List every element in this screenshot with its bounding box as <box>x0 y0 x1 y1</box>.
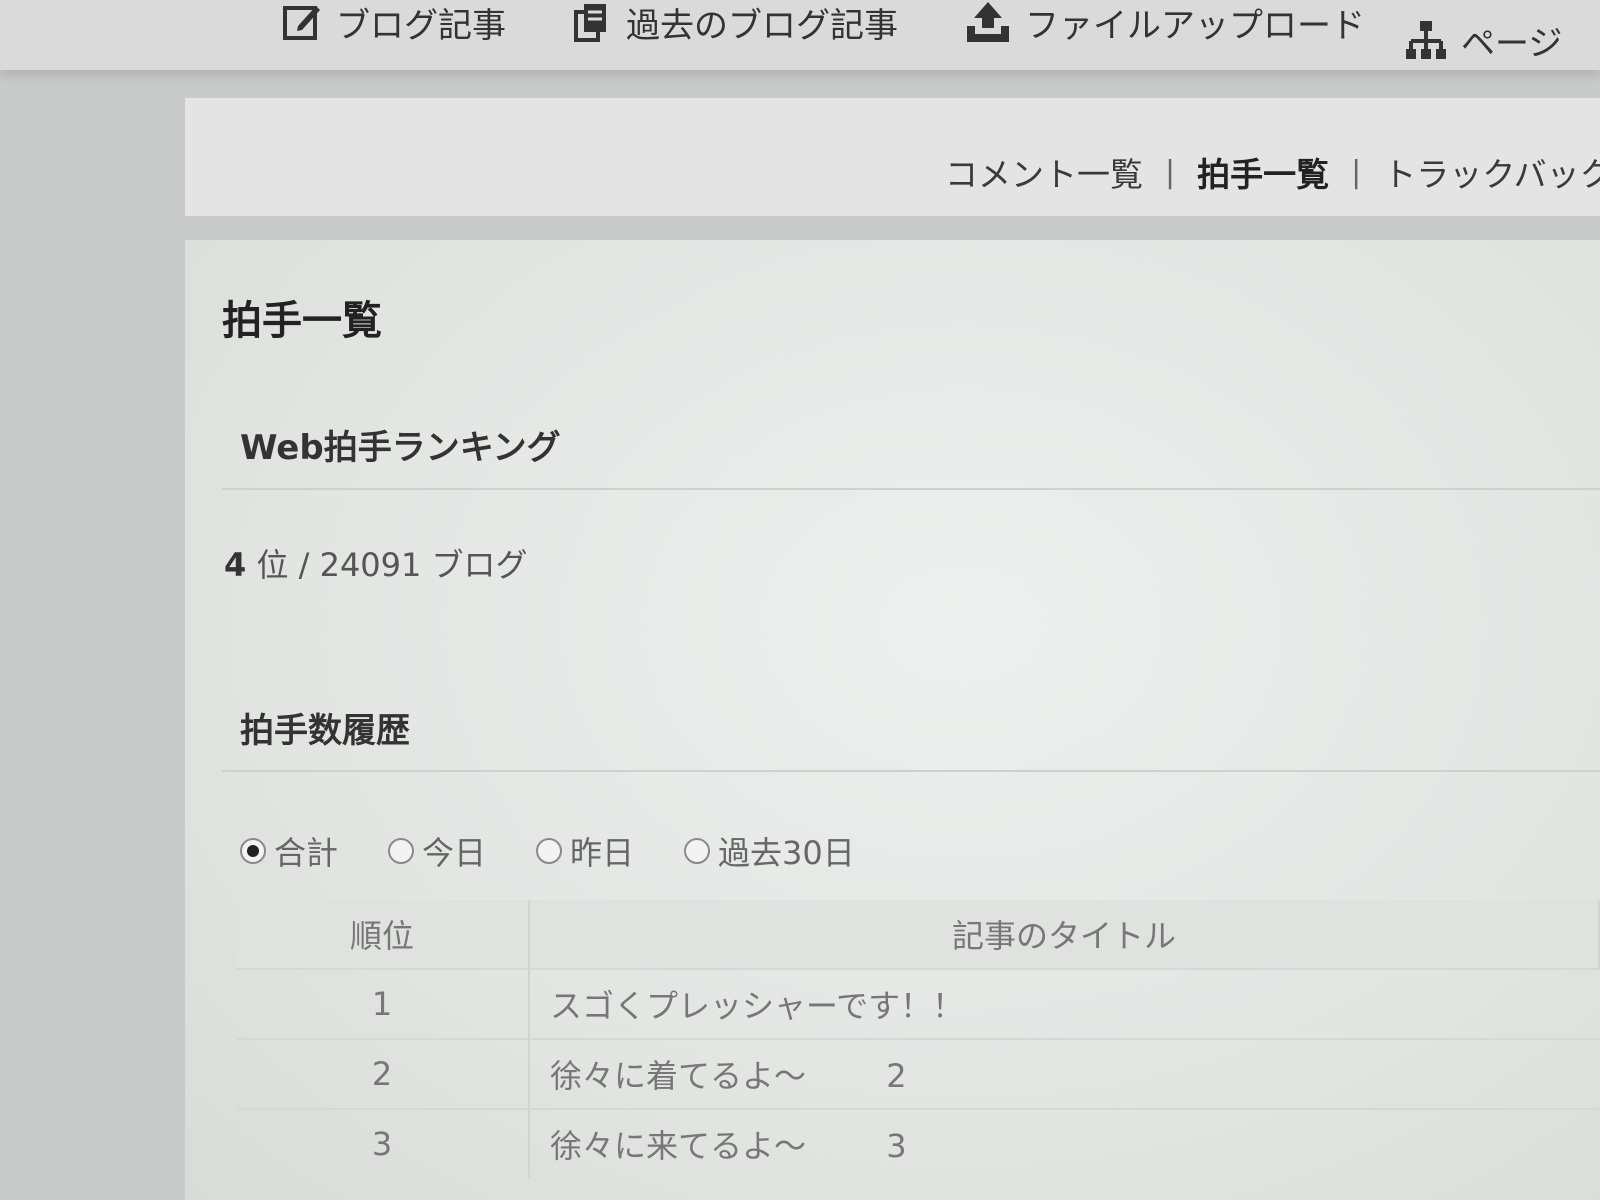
row-title-link[interactable]: 徐々に着てるよ～ <box>550 1057 806 1095</box>
history-heading: 拍手数履歴 <box>240 711 410 751</box>
top-navigation: ブログ記事 過去のブログ記事 ファイルアップロード ページ <box>0 0 1600 70</box>
filter-yesterday[interactable]: 昨日 <box>536 828 634 874</box>
clap-history-table: 順位 記事のタイトル 1 スゴくプレッシャーです！！ 2 徐々に着てるよ～ 2 … <box>236 900 1600 1178</box>
ranking-value: 4 位 / 24091 ブログ <box>224 540 528 586</box>
comments-list-link[interactable]: コメント一覧 <box>945 148 1143 196</box>
row-rank: 1 <box>236 968 530 1039</box>
filter-label: 合計 <box>274 834 339 872</box>
table-row: 2 徐々に着てるよ～ 2 <box>236 1038 1599 1109</box>
filter-total[interactable]: 合計 <box>240 828 338 874</box>
radio-icon[interactable] <box>388 838 415 864</box>
nav-pages[interactable]: ページ <box>1405 14 1562 66</box>
nav-past-blog-posts[interactable]: 過去のブログ記事 <box>572 0 898 48</box>
rank-slash: / <box>298 546 310 584</box>
separator: | <box>1165 154 1176 190</box>
period-filter: 合計 今日 昨日 過去30日 <box>240 828 855 874</box>
row-title-cell: 徐々に着てるよ～ 2 <box>529 1038 1599 1109</box>
rank-number: 4 <box>224 546 247 584</box>
filter-label: 今日 <box>422 834 487 872</box>
row-count: 2 <box>886 1057 907 1095</box>
total-unit: ブログ <box>431 546 528 584</box>
column-header-rank: 順位 <box>236 900 530 969</box>
nav-file-upload-label: ファイルアップロード <box>1025 5 1365 46</box>
ranking-heading: Web拍手ランキング <box>240 428 561 468</box>
nav-pages-label: ページ <box>1461 23 1563 64</box>
total-blogs: 24091 <box>319 546 422 584</box>
table-header-row: 順位 記事のタイトル <box>236 900 1600 969</box>
divider <box>222 770 1600 772</box>
filter-today[interactable]: 今日 <box>388 828 486 874</box>
table-row: 1 スゴくプレッシャーです！！ <box>236 968 1599 1039</box>
radio-selected-icon[interactable] <box>240 838 266 864</box>
table-row: 3 徐々に来てるよ～ 3 <box>236 1108 1599 1178</box>
rank-unit: 位 <box>256 546 289 584</box>
upload-icon <box>967 2 1009 42</box>
row-title-link[interactable]: スゴくプレッシャーです！！ <box>550 987 964 1025</box>
edit-icon <box>283 6 320 40</box>
nav-blog-posts-label: ブログ記事 <box>336 5 506 46</box>
sub-navigation: コメント一覧 | 拍手一覧 | トラックバック <box>945 148 1600 196</box>
filter-label: 昨日 <box>570 834 635 872</box>
column-header-title: 記事のタイトル <box>529 900 1600 969</box>
nav-blog-posts[interactable]: ブログ記事 <box>282 0 506 48</box>
trackback-link[interactable]: トラックバック <box>1383 148 1600 196</box>
separator: | <box>1351 154 1362 190</box>
row-title-link[interactable]: 徐々に来てるよ～ <box>550 1127 806 1165</box>
documents-icon <box>574 4 606 42</box>
nav-file-upload[interactable]: ファイルアップロード <box>965 0 1365 48</box>
row-rank: 3 <box>236 1108 530 1178</box>
nav-past-blog-posts-label: 過去のブログ記事 <box>626 5 898 46</box>
filter-last-30-days[interactable]: 過去30日 <box>684 828 855 874</box>
filter-label: 過去30日 <box>718 834 855 872</box>
divider <box>222 488 1600 490</box>
radio-icon[interactable] <box>684 838 711 864</box>
row-title-cell: スゴくプレッシャーです！！ <box>529 968 1599 1039</box>
claps-list-link[interactable]: 拍手一覧 <box>1197 148 1329 196</box>
page-title: 拍手一覧 <box>222 298 382 344</box>
row-rank: 2 <box>236 1038 530 1109</box>
row-count: 3 <box>886 1127 907 1165</box>
sitemap-icon <box>1406 21 1446 59</box>
radio-icon[interactable] <box>536 838 563 864</box>
row-title-cell: 徐々に来てるよ～ 3 <box>529 1108 1599 1178</box>
